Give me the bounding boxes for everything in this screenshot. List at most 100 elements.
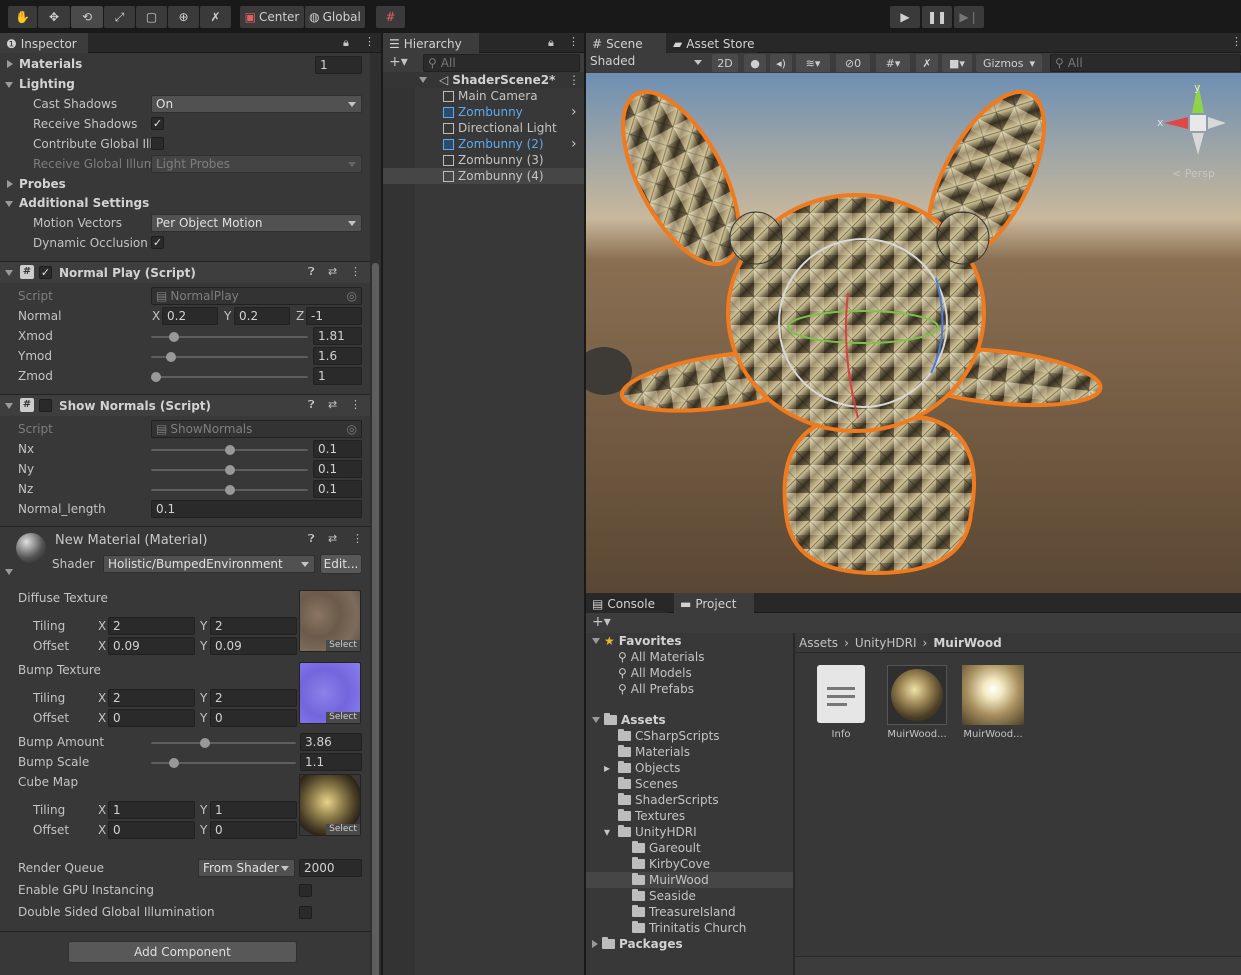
shader-dropdown[interactable]: Holistic/BumpedEnvironment — [103, 555, 315, 573]
xmod-slider-handle[interactable] — [168, 332, 179, 342]
show-normals-script-field[interactable]: ▤ ShowNormals ◎ — [151, 420, 362, 438]
lock-icon[interactable]: 🔒︎ — [343, 36, 349, 50]
add-icon[interactable]: +▾ — [592, 614, 611, 630]
tab-scene[interactable]: # Scene — [586, 33, 666, 53]
shading-mode-dropdown[interactable]: Shaded — [590, 54, 704, 72]
rotate-tool-button[interactable]: ⟲ — [71, 6, 103, 28]
zmod-slider-handle[interactable] — [151, 372, 161, 382]
hidden-objects-toggle[interactable]: ⊘ 0 — [836, 54, 870, 72]
mode-2d-button[interactable]: 2D — [712, 54, 738, 72]
bump-scale-slider[interactable] — [151, 758, 296, 768]
ymod-slider[interactable] — [151, 352, 308, 362]
asset-folder-item[interactable]: ▸ Objects — [604, 760, 680, 776]
nz-field[interactable]: 0.1 — [313, 480, 362, 498]
additional-fold-icon[interactable] — [5, 201, 13, 207]
normal-length-field[interactable]: 0.1 — [151, 500, 362, 518]
add-icon[interactable]: +▾ — [389, 54, 408, 70]
materials-count-field[interactable]: 1 — [315, 56, 362, 74]
lighting-toggle[interactable]: ● — [744, 54, 766, 72]
hierarchy-item[interactable]: Zombunny (3) — [383, 152, 584, 168]
camera-dropdown[interactable]: ■▾ — [942, 54, 972, 72]
asset-folder-item[interactable]: Textures — [604, 808, 685, 824]
bump-offset-x-field[interactable]: 0 — [108, 709, 195, 727]
help-icon[interactable]: ❓︎ — [308, 532, 315, 546]
bump-amount-slider-handle[interactable] — [199, 738, 210, 748]
hdri-folder-item[interactable]: Seaside — [586, 888, 793, 904]
kebab-menu-icon[interactable]: ⋮ — [568, 73, 580, 87]
folder-fold-icon[interactable]: ▸ — [604, 761, 618, 775]
diffuse-select-button[interactable]: Select — [326, 640, 360, 651]
favorites-fold-icon[interactable] — [592, 638, 600, 644]
scene-fold-icon[interactable] — [419, 77, 427, 83]
pivot-global-button[interactable]: ◍ Global — [305, 6, 365, 28]
diffuse-offset-y-field[interactable]: 0.09 — [210, 637, 297, 655]
tab-inspector[interactable]: ❶ Inspector — [0, 33, 88, 53]
xmod-slider[interactable] — [151, 332, 308, 342]
dynamic-occlusion-checkbox[interactable]: ✓ — [151, 236, 164, 249]
diffuse-tiling-y-field[interactable]: 2 — [210, 617, 297, 635]
inspector-scroll-thumb[interactable] — [372, 263, 379, 975]
tab-console[interactable]: ▤ Console — [586, 593, 668, 613]
edit-shader-button[interactable]: Edit... — [320, 554, 362, 574]
bump-scale-slider-handle[interactable] — [168, 758, 179, 768]
favorite-item[interactable]: ⚲ All Models — [618, 665, 692, 681]
hdri-folder-item[interactable]: KirbyCove — [586, 856, 793, 872]
kebab-menu-icon[interactable]: ⋮ — [352, 532, 363, 545]
cube-tiling-x-field[interactable]: 1 — [108, 801, 195, 819]
gpu-instancing-checkbox[interactable] — [299, 884, 312, 897]
bump-tiling-y-field[interactable]: 2 — [210, 689, 297, 707]
transform-tool-button[interactable]: ⊕ — [168, 6, 199, 28]
play-button[interactable]: ▶ — [890, 6, 920, 28]
breadcrumb-assets[interactable]: Assets — [799, 636, 838, 650]
persp-label[interactable]: < Persp — [1172, 167, 1215, 180]
step-button[interactable]: ▶❘ — [954, 6, 984, 28]
double-sided-gi-checkbox[interactable] — [299, 906, 312, 919]
normal-y-field[interactable]: 0.2 — [234, 307, 290, 325]
packages-fold-icon[interactable] — [592, 940, 598, 948]
kebab-menu-icon[interactable]: ⋮ — [350, 398, 361, 411]
ymod-slider-handle[interactable] — [165, 352, 176, 362]
cube-select-button[interactable]: Select — [326, 824, 360, 835]
asset-folder-item[interactable]: Materials — [604, 744, 690, 760]
effects-dropdown[interactable]: ≋▾ — [796, 54, 830, 72]
assets-fold-icon[interactable] — [592, 717, 600, 723]
kebab-menu-icon[interactable]: ⋮ — [1231, 35, 1241, 48]
normal-x-field[interactable]: 0.2 — [162, 307, 218, 325]
presets-icon[interactable]: ⇄ — [328, 398, 337, 411]
ymod-field[interactable]: 1.6 — [313, 347, 362, 365]
favorite-item[interactable]: ⚲ All Materials — [618, 649, 705, 665]
normal-z-field[interactable]: -1 — [306, 307, 362, 325]
tools-toggle[interactable]: ✗ — [916, 54, 938, 72]
chevron-right-icon[interactable]: › — [571, 136, 577, 152]
diffuse-tiling-x-field[interactable]: 2 — [108, 617, 195, 635]
lock-icon[interactable]: 🔒︎ — [548, 36, 554, 50]
normal-play-enabled-checkbox[interactable]: ✓ — [39, 266, 52, 279]
bump-tiling-x-field[interactable]: 2 — [108, 689, 195, 707]
zmod-slider[interactable] — [151, 372, 308, 382]
bump-texture-thumbnail[interactable]: Select — [299, 662, 361, 724]
bump-select-button[interactable]: Select — [326, 712, 360, 723]
grid-snap-button[interactable]: # — [376, 6, 405, 28]
asset-folder-item[interactable]: CSharpScripts — [604, 728, 720, 744]
chevron-right-icon[interactable]: › — [571, 104, 577, 120]
material-fold-icon[interactable] — [5, 569, 13, 575]
nx-slider[interactable] — [151, 445, 308, 455]
favorite-item[interactable]: ⚲ All Prefabs — [618, 681, 694, 697]
target-icon[interactable]: ◎ — [347, 421, 357, 437]
tab-asset-store[interactable]: ▰ Asset Store — [667, 33, 757, 53]
bump-scale-field[interactable]: 1.1 — [300, 753, 362, 771]
help-icon[interactable]: ❓︎ — [308, 398, 315, 412]
hierarchy-item[interactable]: Directional Light — [383, 120, 584, 136]
show-normals-header[interactable]: # Show Normals (Script) ❓︎ ⇄ ⋮ — [0, 394, 370, 416]
xmod-field[interactable]: 1.81 — [313, 327, 362, 345]
materials-fold-icon[interactable] — [7, 60, 13, 68]
render-queue-field[interactable]: 2000 — [299, 859, 362, 877]
show-normals-fold-icon[interactable] — [5, 403, 13, 409]
hdri-folder-item[interactable]: TreasureIsland — [586, 904, 793, 920]
custom-tool-button[interactable]: ✗ — [200, 6, 231, 28]
rect-tool-button[interactable]: ▢ — [136, 6, 167, 28]
target-icon[interactable]: ◎ — [347, 288, 357, 304]
hdri-folder-item[interactable]: Gareoult — [586, 840, 793, 856]
hdri-folder-item[interactable]: Trinitatis Church — [586, 920, 793, 936]
cube-map-thumbnail[interactable]: Select — [299, 774, 361, 836]
